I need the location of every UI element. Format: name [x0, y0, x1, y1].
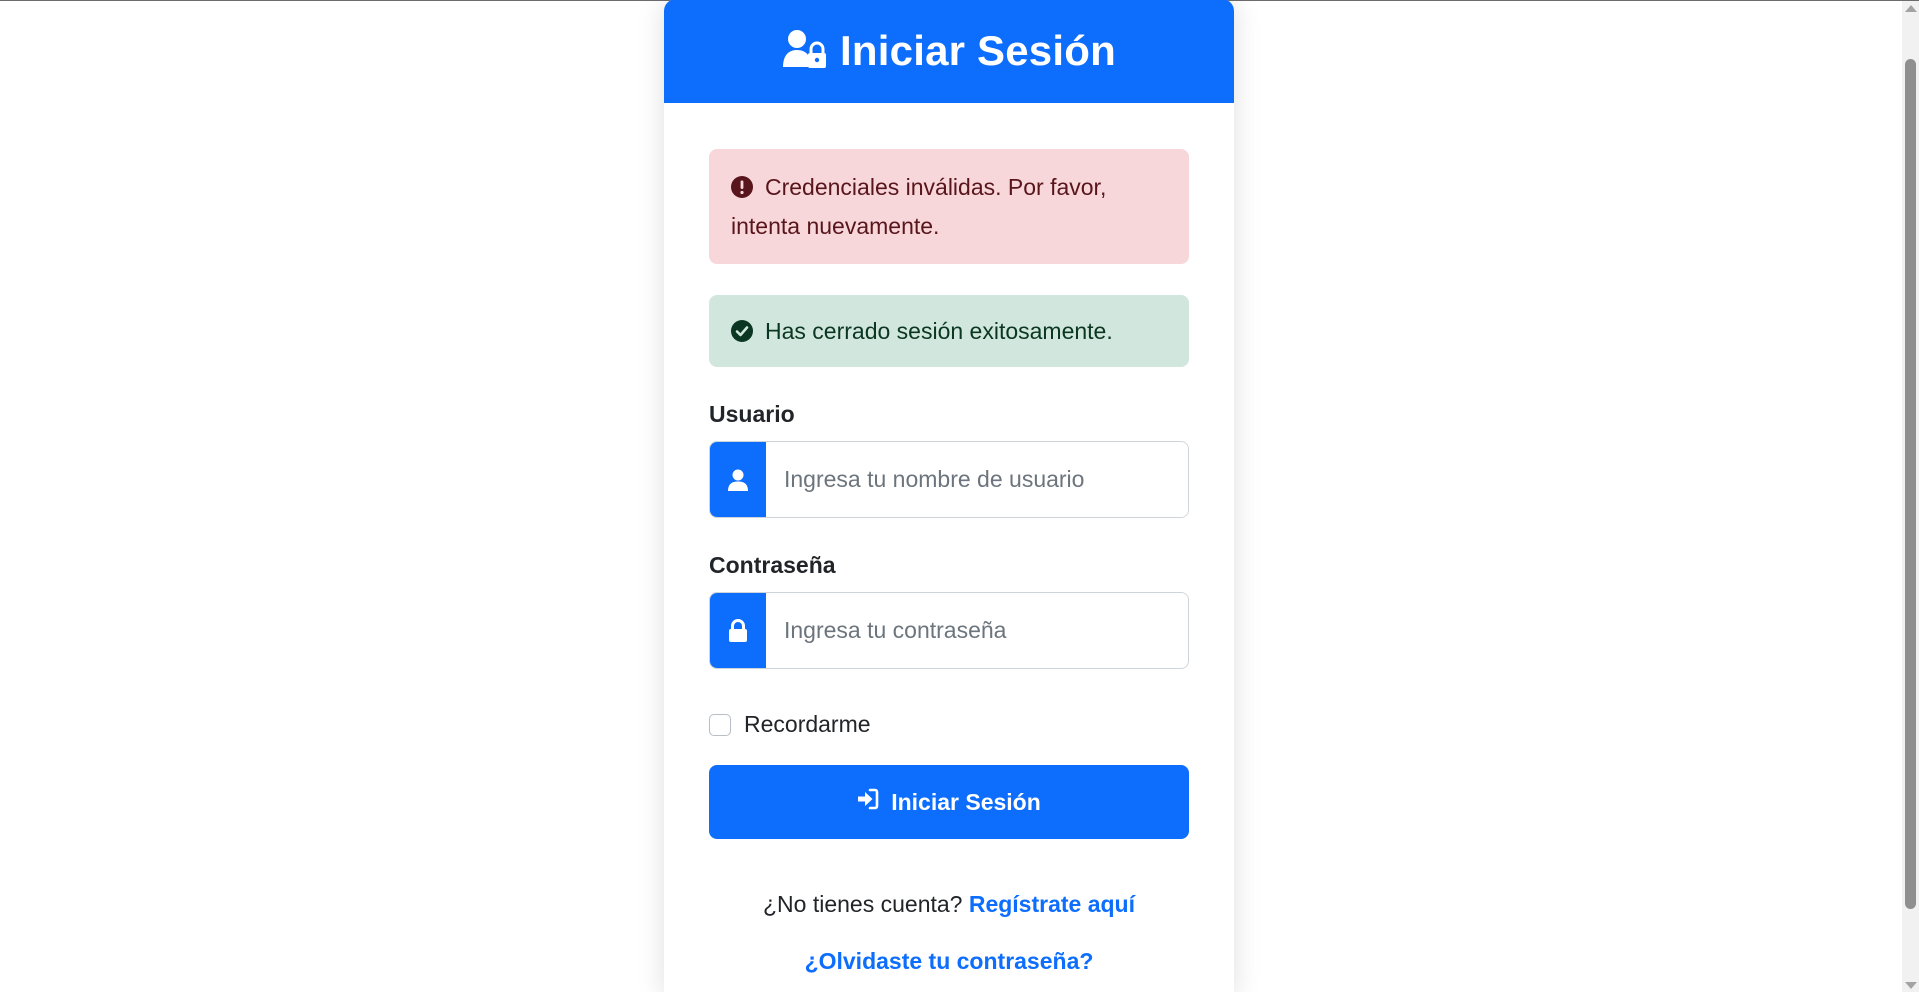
error-alert-text: Credenciales inválidas. Por favor, inten…: [731, 174, 1107, 239]
sign-in-icon: [857, 788, 879, 816]
user-lock-icon: [782, 29, 828, 74]
login-card: Iniciar Sesión Credenciales inválidas. P…: [664, 0, 1234, 992]
username-input-group: [709, 441, 1189, 518]
card-body: Credenciales inválidas. Por favor, inten…: [664, 103, 1234, 975]
scroll-up-arrow-icon[interactable]: [1905, 5, 1917, 12]
success-alert-text: Has cerrado sesión exitosamente.: [765, 318, 1113, 344]
register-link[interactable]: Regístrate aquí: [969, 891, 1135, 917]
forgot-password-link[interactable]: ¿Olvidaste tu contraseña?: [805, 948, 1094, 974]
login-button-label: Iniciar Sesión: [891, 788, 1041, 815]
remember-row: Recordarme: [709, 711, 1189, 738]
password-input-group: [709, 592, 1189, 669]
lock-icon: [710, 593, 766, 668]
username-input[interactable]: [766, 442, 1188, 517]
username-label: Usuario: [709, 401, 795, 427]
password-label: Contraseña: [709, 552, 836, 578]
login-page: Iniciar Sesión Credenciales inválidas. P…: [0, 0, 1919, 992]
check-circle-icon: [731, 316, 753, 352]
user-icon: [710, 442, 766, 517]
success-alert: Has cerrado sesión exitosamente.: [709, 295, 1189, 367]
remember-label[interactable]: Recordarme: [744, 711, 871, 738]
login-button[interactable]: Iniciar Sesión: [709, 765, 1189, 839]
no-account-text: ¿No tienes cuenta?: [763, 891, 963, 917]
password-input[interactable]: [766, 593, 1188, 668]
forgot-line: ¿Olvidaste tu contraseña?: [709, 948, 1189, 975]
page-scrollbar[interactable]: [1902, 1, 1919, 992]
error-alert: Credenciales inválidas. Por favor, inten…: [709, 149, 1189, 264]
exclamation-circle-icon: [731, 172, 753, 208]
card-header: Iniciar Sesión: [664, 0, 1234, 103]
register-line: ¿No tienes cuenta? Regístrate aquí: [709, 891, 1189, 918]
remember-checkbox[interactable]: [709, 713, 731, 736]
scroll-down-arrow-icon[interactable]: [1905, 982, 1917, 989]
page-title: Iniciar Sesión: [840, 27, 1116, 74]
scroll-thumb[interactable]: [1905, 59, 1916, 909]
